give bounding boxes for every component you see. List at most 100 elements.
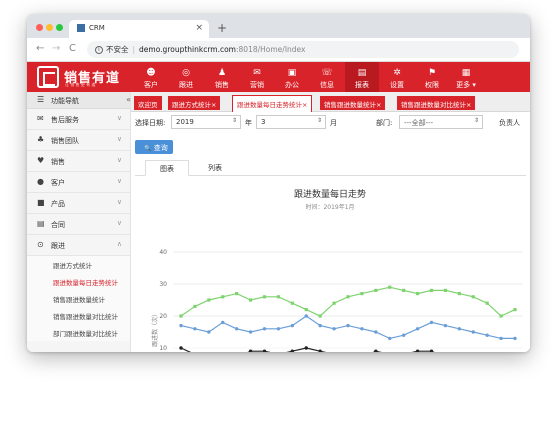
dept-select[interactable]: ---全部--- ⇕ bbox=[399, 115, 483, 129]
data-point bbox=[346, 323, 350, 328]
page-tab-3[interactable]: 销售跟进数量统计× bbox=[320, 96, 386, 110]
nav-item-3[interactable]: ✉ 营销 bbox=[240, 62, 274, 92]
filter-bar: 选择日期: 2019 ⇕ 年 3 ⇕ 月 部门: ---全部--- ⇕ 负责人 bbox=[131, 112, 530, 134]
chevron-down-icon: ⇕ bbox=[316, 117, 322, 124]
query-label: 查询 bbox=[153, 144, 168, 152]
nav-icon: ▦ bbox=[461, 68, 471, 78]
sidebar-header: ☰ 功能导航 « bbox=[27, 92, 131, 109]
dept-value: ---全部--- bbox=[404, 119, 434, 127]
data-point bbox=[207, 330, 211, 334]
data-point bbox=[221, 320, 225, 325]
nav-item-5[interactable]: ☏ 信息 bbox=[310, 62, 344, 92]
nav-label: 销售 bbox=[215, 81, 229, 89]
url-path: :8018/Home/Index bbox=[236, 45, 306, 54]
page-tab-0[interactable]: 欢迎页 bbox=[134, 96, 162, 110]
sidebar-icon: ♥ bbox=[37, 156, 45, 165]
sidebar-subitem-4[interactable]: 部门跟进数量对比统计 bbox=[27, 324, 130, 341]
data-point bbox=[290, 301, 294, 305]
sidebar-item-4[interactable]: ■ 产品 ∨ bbox=[27, 193, 130, 214]
data-point bbox=[318, 323, 322, 328]
date-label: 选择日期: bbox=[135, 119, 166, 127]
chevron-icon: ∨ bbox=[116, 177, 122, 185]
browser-tab[interactable]: CRM × bbox=[69, 20, 209, 38]
new-tab-button[interactable]: + bbox=[217, 21, 227, 35]
info-icon[interactable]: i bbox=[95, 46, 103, 54]
close-window-dot[interactable] bbox=[36, 24, 43, 31]
data-point bbox=[388, 336, 392, 341]
page-tab-4[interactable]: 销售跟进数量对比统计× bbox=[397, 96, 476, 110]
y-axis-label: 跟进数（次） bbox=[151, 311, 159, 347]
nav-item-8[interactable]: ⚑ 权限 bbox=[415, 62, 449, 92]
nav-item-0[interactable]: ☻ 客户 bbox=[134, 62, 168, 92]
owner-label: 负责人 bbox=[499, 119, 520, 127]
data-point bbox=[388, 285, 392, 289]
dept-label: 部门: bbox=[376, 119, 393, 127]
search-icon: 🔍 bbox=[144, 145, 152, 152]
data-point bbox=[207, 298, 211, 302]
page-tab-row: 欢迎页 跟进方式统计× 跟进数量每日走势统计× 销售跟进数量统计× 销售跟进数量对比统计… bbox=[131, 92, 530, 112]
nav-item-1[interactable]: ◎ 跟进 bbox=[169, 62, 203, 92]
forward-button[interactable]: → bbox=[52, 43, 60, 54]
data-point bbox=[304, 308, 308, 312]
data-point bbox=[235, 292, 239, 296]
sidebar-item-label: 销售 bbox=[51, 158, 65, 166]
data-point bbox=[374, 330, 378, 334]
y-tick-label: 20 bbox=[159, 313, 167, 320]
tab-list[interactable]: 列表 bbox=[193, 160, 237, 176]
sidebar-subitem-2[interactable]: 销售跟进数量统计 bbox=[27, 290, 130, 307]
url-separator: | bbox=[132, 45, 136, 54]
data-point bbox=[513, 308, 517, 312]
chevron-icon: ∨ bbox=[116, 219, 122, 227]
sidebar-item-label: 销售团队 bbox=[51, 137, 79, 145]
data-point bbox=[276, 327, 281, 331]
page-tab-1[interactable]: 跟进方式统计× bbox=[168, 96, 221, 110]
reload-button[interactable]: C bbox=[69, 43, 76, 54]
back-button[interactable]: ← bbox=[36, 43, 44, 54]
month-select[interactable]: 3 ⇕ bbox=[256, 115, 326, 129]
y-tick-label: 10 bbox=[159, 345, 167, 352]
minimize-window-dot[interactable] bbox=[46, 24, 53, 31]
sidebar-icon: ✉ bbox=[37, 114, 44, 123]
sidebar-item-6[interactable]: ⊙ 跟进 ∧ bbox=[27, 235, 130, 256]
maximize-window-dot[interactable] bbox=[56, 24, 63, 31]
sidebar-subitem-0[interactable]: 跟进方式统计 bbox=[27, 256, 130, 273]
sidebar: ☰ 功能导航 « ✉ 售后服务 ∨ ♣ 销售团队 ∨ ♥ 销售 ∨ ● 客户 ∨ ■ 产品 ∨ ▤ 合同 ∨ ⊙ 跟进… bbox=[27, 92, 131, 352]
y-tick-label: 40 bbox=[159, 249, 167, 256]
chevron-icon: ∨ bbox=[116, 156, 122, 164]
sidebar-item-0[interactable]: ✉ 售后服务 ∨ bbox=[27, 109, 130, 130]
sidebar-subitem-3[interactable]: 销售跟进数量对比统计 bbox=[27, 307, 130, 324]
sidebar-subitem-1[interactable]: 跟进数量每日走势统计 bbox=[27, 273, 130, 290]
nav-icon: ▣ bbox=[287, 68, 297, 78]
tab-chart[interactable]: 图表 bbox=[145, 160, 189, 176]
url-input[interactable]: i 不安全 | demo.groupthinkcrm.com:8018/Home/In… bbox=[87, 41, 519, 58]
sidebar-item-3[interactable]: ● 客户 ∨ bbox=[27, 172, 130, 193]
nav-icon: ⚑ bbox=[427, 68, 437, 78]
nav-item-7[interactable]: ✲ 设置 bbox=[380, 62, 414, 92]
close-tab-icon[interactable]: × bbox=[195, 23, 203, 33]
data-point bbox=[499, 314, 503, 318]
nav-icon: ▤ bbox=[357, 68, 367, 78]
nav-label: 营销 bbox=[250, 81, 264, 89]
data-point bbox=[429, 288, 434, 292]
nav-icon: ☏ bbox=[321, 68, 333, 78]
nav-item-4[interactable]: ▣ 办公 bbox=[275, 62, 309, 92]
nav-icon: ♟ bbox=[217, 68, 227, 78]
sidebar-item-label: 产品 bbox=[51, 200, 65, 208]
year-select[interactable]: 2019 ⇕ bbox=[171, 115, 241, 129]
query-button[interactable]: 🔍 查询 bbox=[135, 140, 173, 154]
chevron-down-icon: ⇕ bbox=[473, 117, 479, 124]
sidebar-item-5[interactable]: ▤ 合同 ∨ bbox=[27, 214, 130, 235]
nav-item-2[interactable]: ♟ 销售 bbox=[205, 62, 239, 92]
data-point bbox=[471, 295, 475, 299]
nav-item-6[interactable]: ▤ 报表 bbox=[345, 62, 379, 92]
nav-item-9[interactable]: ▦ 更多 ▾ bbox=[449, 62, 483, 92]
logo-icon bbox=[37, 66, 59, 88]
month-value: 3 bbox=[261, 118, 266, 126]
sidebar-item-2[interactable]: ♥ 销售 ∨ bbox=[27, 151, 130, 172]
page-tab-2[interactable]: 跟进数量每日走势统计× bbox=[232, 95, 313, 112]
view-tabs: 图表 列表 bbox=[135, 160, 526, 176]
data-point bbox=[485, 301, 489, 305]
data-point bbox=[332, 301, 336, 305]
sidebar-item-1[interactable]: ♣ 销售团队 ∨ bbox=[27, 130, 130, 151]
tab-title: CRM bbox=[89, 24, 105, 32]
